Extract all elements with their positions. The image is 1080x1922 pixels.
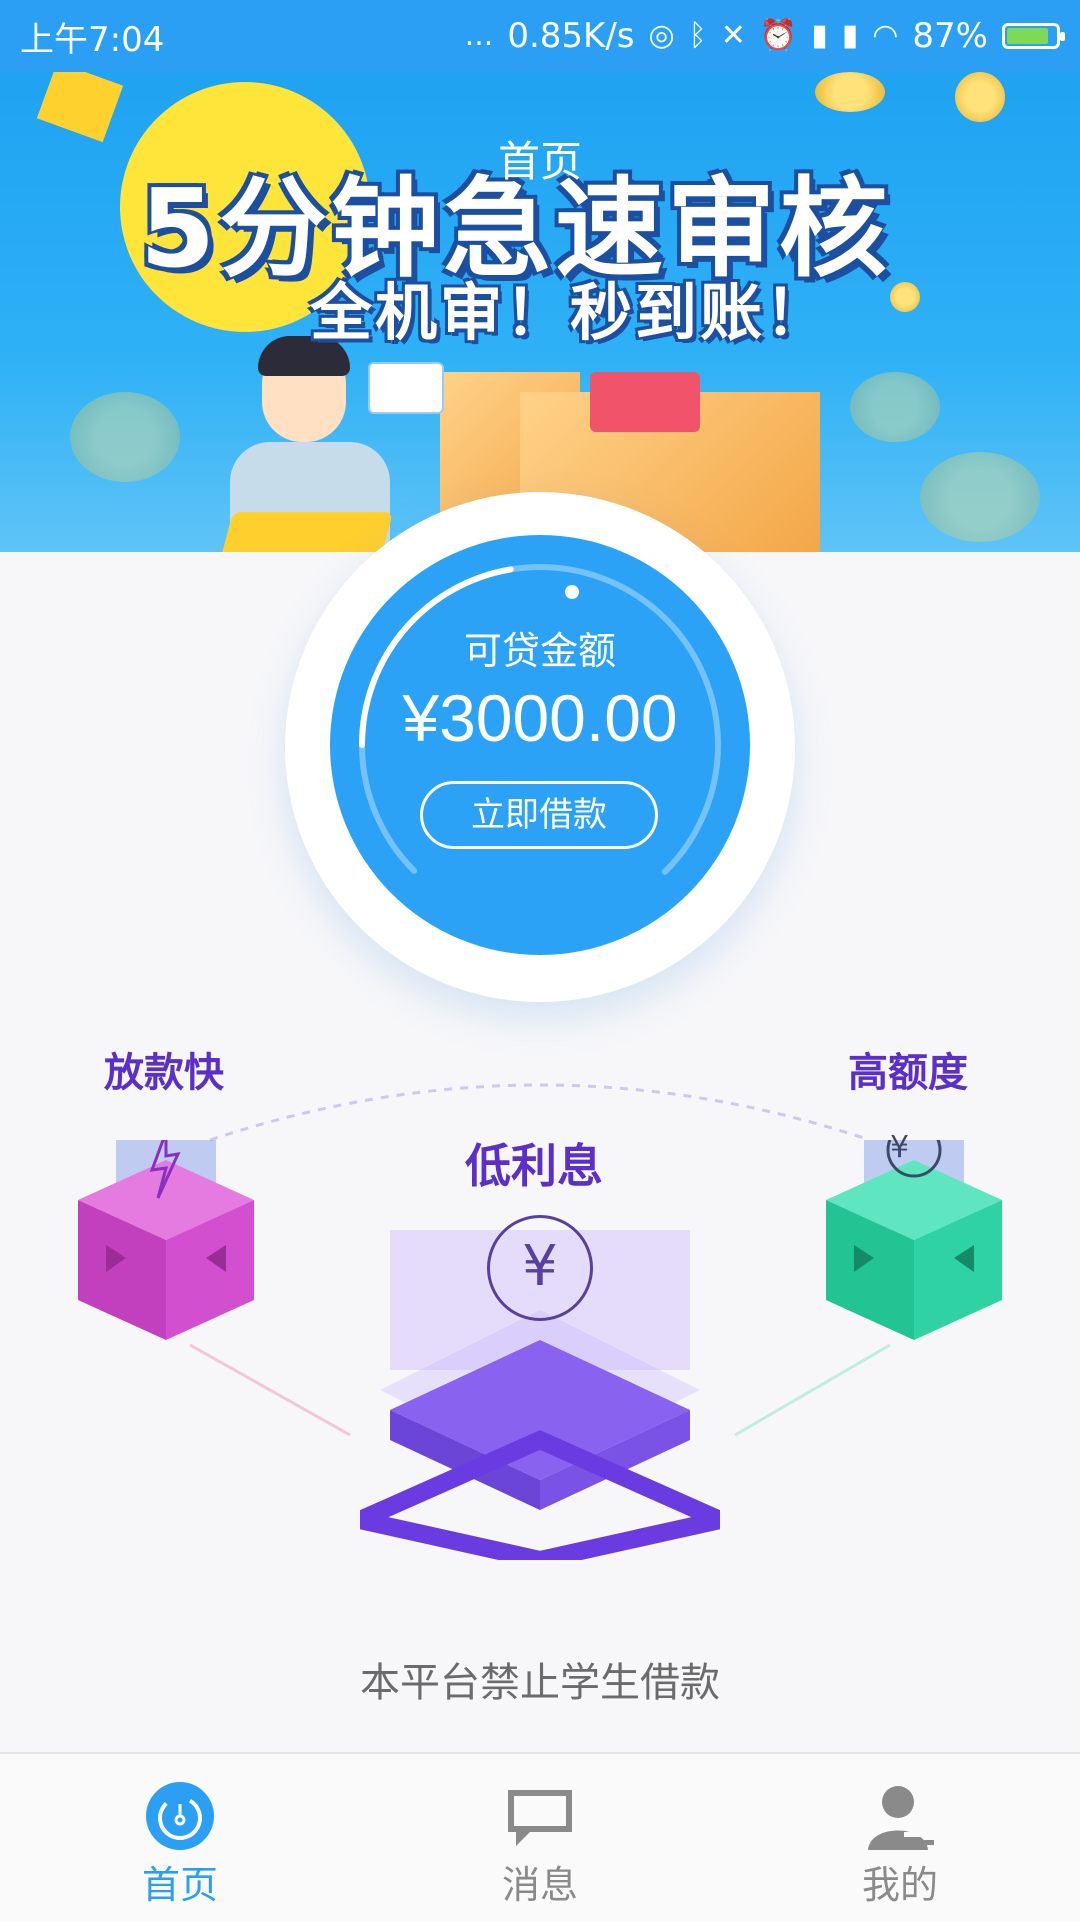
alarm-icon: ⏰ (759, 18, 798, 53)
promo-banner[interactable]: 5分钟急速审核 全机审！秒到账！ 首页 (0, 72, 1080, 552)
tab-mine-label: 我的 (861, 1863, 938, 1907)
id-card-illustration (368, 362, 444, 414)
coin-decoration (850, 372, 940, 442)
network-speed: 0.85K/s (507, 16, 635, 56)
feature-high-limit: 高额度 (848, 1050, 968, 1096)
bottom-tab-bar: 首页 消息 我的 (0, 1752, 1080, 1922)
feature-low-interest: 低利息 (465, 1139, 603, 1193)
tab-home[interactable]: 首页 (0, 1754, 360, 1922)
pink-cube-illustration (78, 1140, 254, 1340)
banner-subline: 全机审！秒到账！ (310, 276, 831, 349)
coin-decoration (920, 452, 1040, 542)
page-title: 首页 (497, 137, 582, 186)
signal-icon: ▮ (811, 18, 828, 53)
tab-messages-label: 消息 (501, 1863, 578, 1907)
more-dots-icon: ... (464, 18, 494, 53)
wifi-icon: ◠ (872, 18, 899, 53)
status-time: 上午7:04 (20, 19, 165, 60)
signal-icon: ▮ (841, 18, 859, 53)
mute-icon: ✕ (720, 18, 746, 53)
coin-decoration (70, 392, 180, 482)
tab-home-label: 首页 (141, 1863, 218, 1907)
coin-decoration (815, 72, 885, 112)
tab-messages[interactable]: 消息 (360, 1754, 720, 1922)
battery-icon (1002, 23, 1065, 49)
chat-bubble-icon (508, 1790, 572, 1846)
loan-amount-value: ¥3000.00 (402, 681, 678, 755)
tab-mine[interactable]: 我的 (720, 1754, 1080, 1922)
yen-small-icon: ¥ (890, 1130, 910, 1165)
hotspot-icon: ◎ (648, 18, 675, 53)
green-cube-illustration (826, 1140, 1002, 1340)
yen-circle-icon: ¥ (487, 1215, 593, 1321)
battery-fill (1007, 28, 1049, 44)
borrow-now-button[interactable]: 立即借款 (420, 781, 658, 849)
status-icons: ... 0.85K/s ◎ ᛒ ✕ ⏰ ▮ ▮ ◠ 87% (464, 16, 1065, 56)
feature-fast-disbursement: 放款快 (104, 1050, 224, 1096)
red-envelope-decoration (590, 372, 700, 432)
coin-decoration (955, 72, 1005, 122)
loan-dial: 可贷金额 ¥3000.00 立即借款 (330, 535, 750, 955)
home-dial-icon (146, 1782, 214, 1850)
user-profile-icon (868, 1786, 934, 1850)
coin-decoration (890, 282, 920, 312)
status-bar: 上午7:04 ... 0.85K/s ◎ ᛒ ✕ ⏰ ▮ ▮ ◠ 87% (0, 0, 1080, 72)
bluetooth-icon: ᛒ (688, 18, 707, 53)
battery-percent: 87% (912, 16, 988, 56)
loan-amount-label: 可贷金额 (463, 629, 616, 673)
student-loan-notice: 本平台禁止学生借款 (360, 1660, 720, 1706)
